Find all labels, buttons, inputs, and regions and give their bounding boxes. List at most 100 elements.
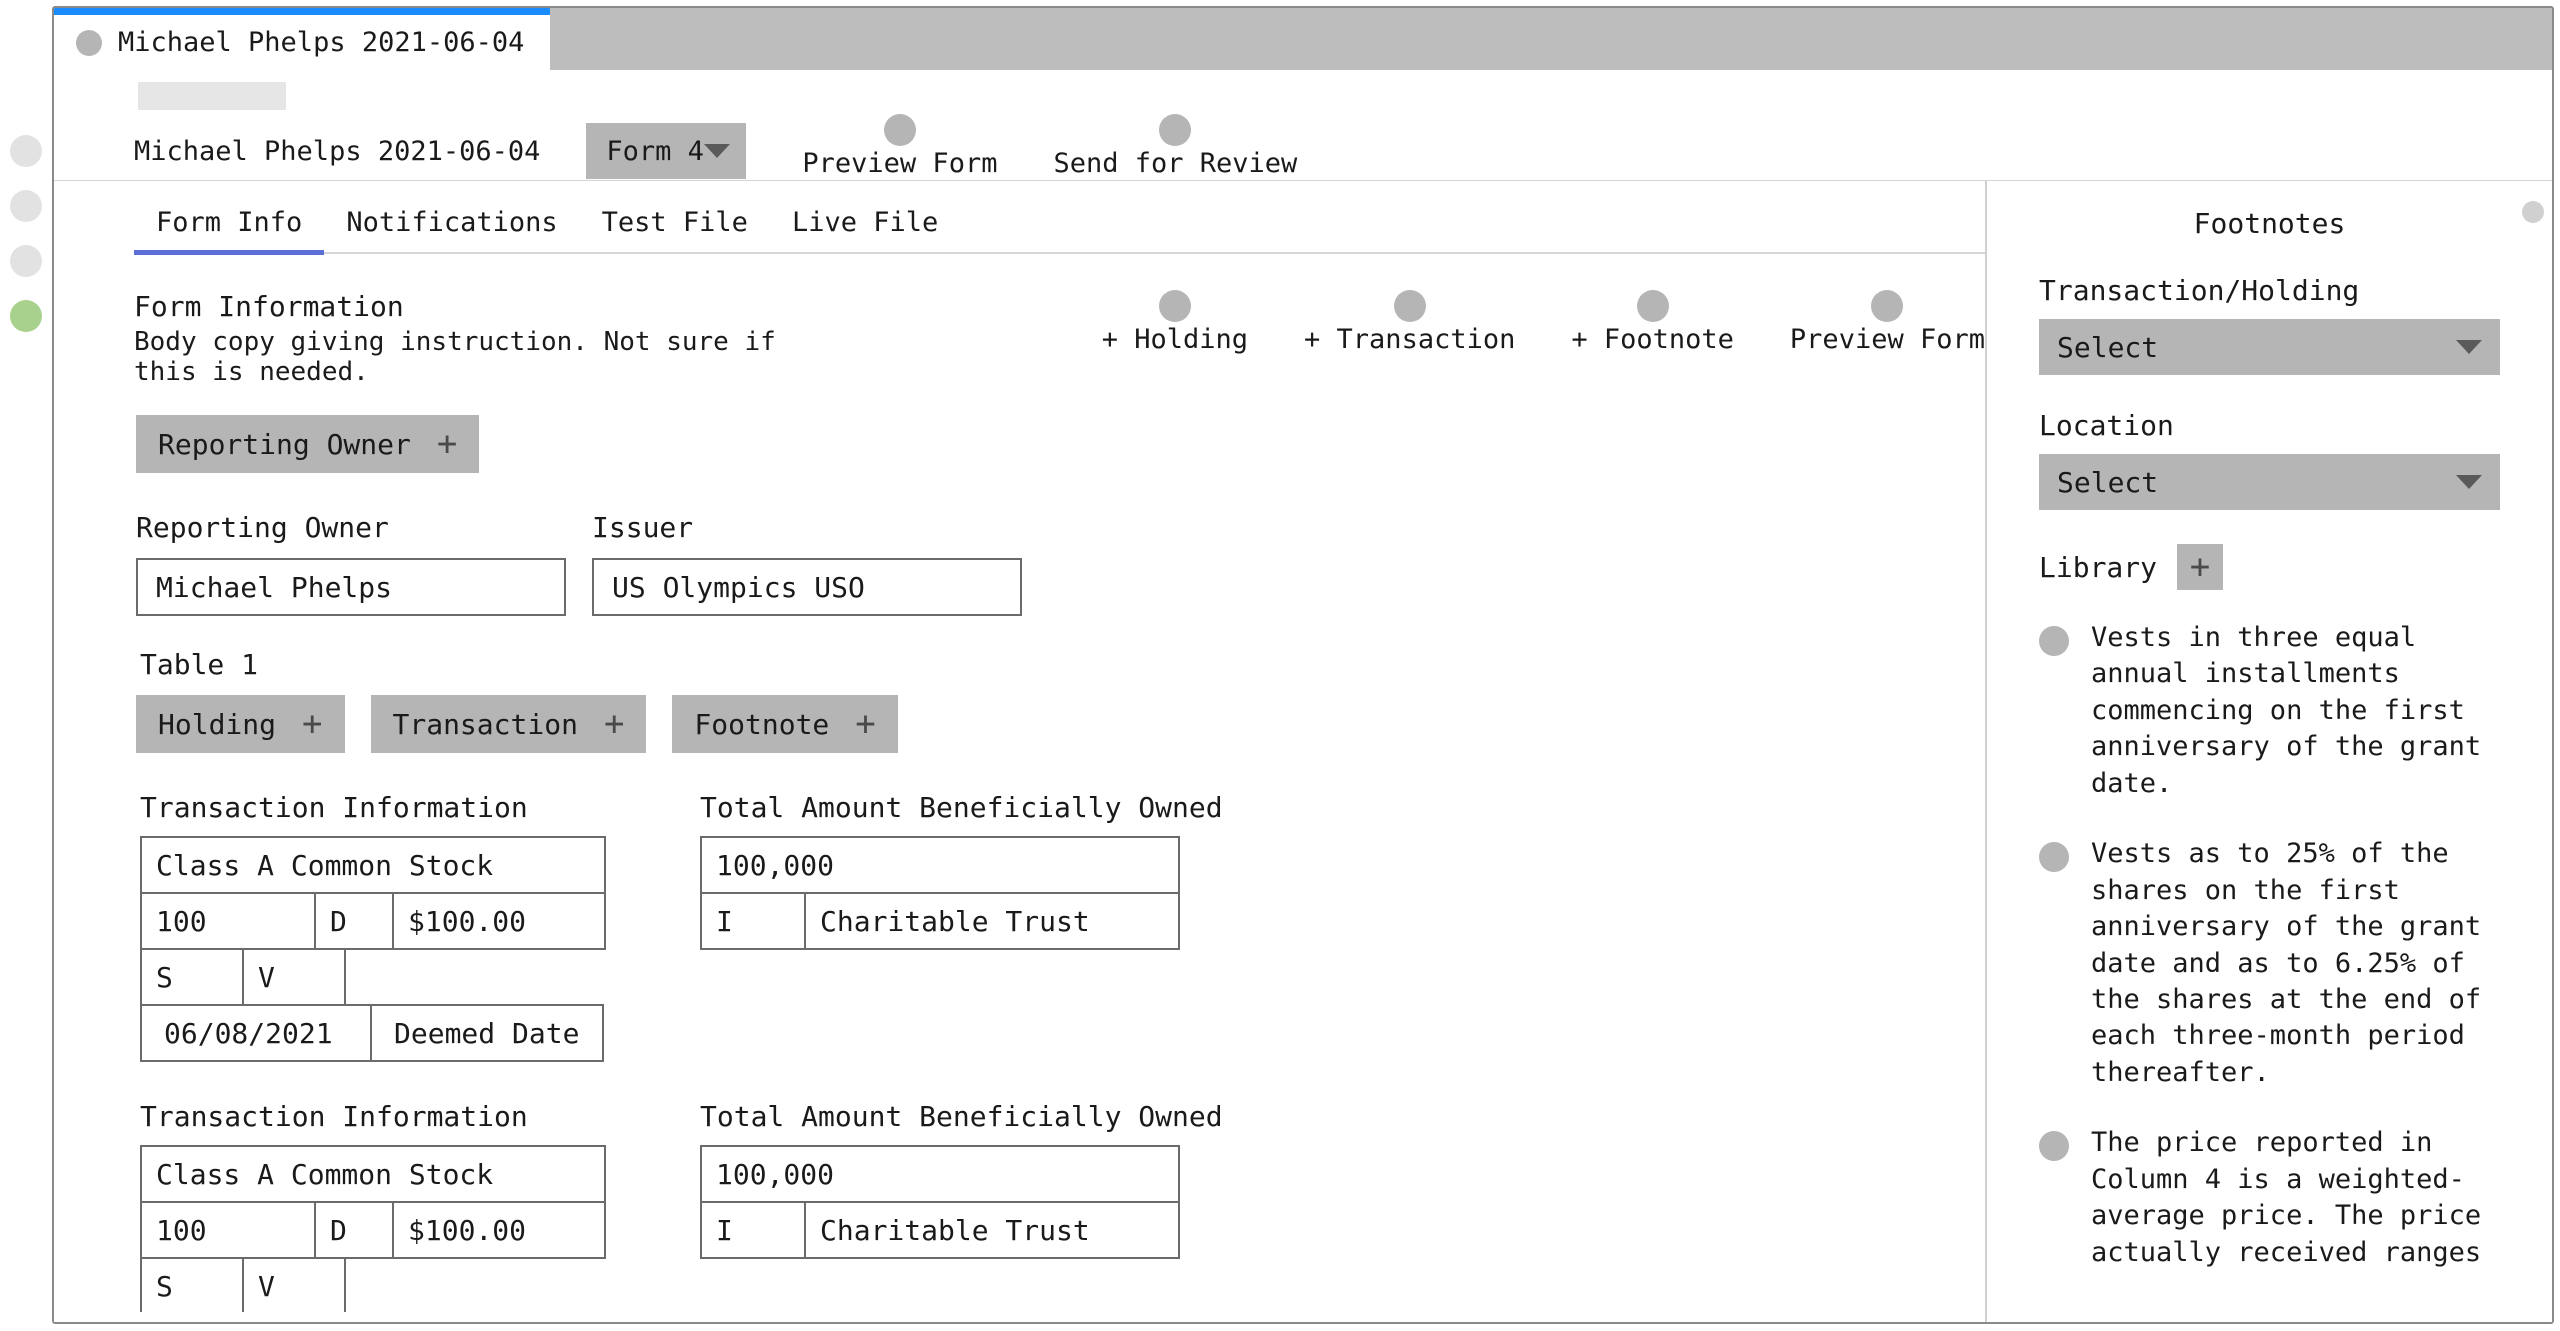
tab-test-file[interactable]: Test File (580, 207, 770, 255)
app-window: Michael Phelps 2021-06-04 Michael Phelps… (52, 6, 2554, 1324)
add-footnote-icon (1636, 290, 1669, 322)
ownership-nature-input[interactable]: Charitable Trust (804, 1201, 1180, 1259)
rail-dot-1[interactable] (10, 135, 42, 167)
amount-owned-input[interactable]: 100,000 (700, 836, 1180, 894)
total-amount-label: Total Amount Beneficially Owned (700, 1100, 1223, 1133)
horizontal-scrollbar[interactable] (54, 1312, 1985, 1322)
tab-live-file-label: Live File (791, 207, 939, 238)
list-item[interactable]: Vests in three equal annual installments… (2039, 620, 2500, 802)
transaction-code2-input[interactable]: V (242, 1257, 346, 1315)
transaction-code-input[interactable]: S (140, 948, 244, 1006)
footnote-text: Vests as to 25% of the shares on the fir… (2091, 838, 2482, 1088)
transaction-code-value: S (156, 960, 173, 994)
rail-dot-2[interactable] (10, 190, 42, 222)
sidebar-scrollbar-thumb[interactable] (2522, 201, 2544, 223)
preview-icon (883, 114, 916, 146)
add-holding-chip[interactable]: Holding + (136, 695, 345, 753)
deemed-date-input[interactable]: Deemed Date (370, 1004, 604, 1062)
add-reporting-owner-label: Reporting Owner (158, 427, 411, 461)
total-amount-label: Total Amount Beneficially Owned (700, 791, 1223, 824)
send-for-review-label: Send for Review (1053, 148, 1298, 179)
add-library-footnote-button[interactable]: + (2177, 544, 2224, 590)
send-icon (1159, 114, 1192, 146)
form-type-dropdown[interactable]: Form 4 (586, 123, 747, 179)
rail-dot-3[interactable] (10, 245, 42, 277)
chevron-down-icon (704, 144, 731, 158)
add-transaction-chip[interactable]: Transaction + (370, 695, 647, 753)
ownership-nature-input[interactable]: Charitable Trust (804, 892, 1180, 950)
browser-tab-bar: Michael Phelps 2021-06-04 (54, 8, 2552, 70)
acquired-disposed-input[interactable]: D (314, 1201, 394, 1259)
location-dropdown[interactable]: Select (2039, 454, 2500, 510)
add-holding-button[interactable]: + Holding (1102, 290, 1248, 355)
main-content-pane: Form Info Notifications Test File Live F… (54, 180, 1987, 1322)
footnotes-sidebar: Footnotes Transaction/Holding Select Loc… (1987, 180, 2552, 1322)
preview-form-inline-button[interactable]: Preview Form (1790, 290, 1985, 355)
total-amount-group: Total Amount Beneficially Owned 100,000 … (700, 791, 1223, 1062)
library-label: Library (2039, 550, 2158, 584)
tab-notifications[interactable]: Notifications (324, 207, 579, 255)
add-holding-label: + Holding (1101, 324, 1249, 355)
footnote-select-icon[interactable] (2039, 626, 2069, 656)
ownership-form-value: I (716, 904, 733, 938)
rail-dot-active[interactable] (10, 300, 42, 332)
transaction-information-group: Transaction Information Class A Common S… (140, 1100, 606, 1322)
add-footnote-button[interactable]: + Footnote (1571, 290, 1734, 355)
price-value: $100.00 (408, 1213, 527, 1247)
transaction-date-input[interactable]: 06/08/2021 (140, 1004, 372, 1062)
reporting-owner-input[interactable]: Michael Phelps (136, 558, 566, 616)
list-item[interactable]: Vests as to 25% of the shares on the fir… (2039, 836, 2500, 1091)
transaction-holding-value: Select (2057, 330, 2159, 364)
list-item[interactable]: The price reported in Column 4 is a weig… (2039, 1125, 2500, 1271)
deemed-date-value: Deemed Date (394, 1016, 580, 1050)
tab-form-info[interactable]: Form Info (134, 207, 325, 255)
shares-input[interactable]: 100 (140, 1201, 316, 1259)
browser-tab-active[interactable]: Michael Phelps 2021-06-04 (54, 8, 551, 70)
add-transaction-button[interactable]: + Transaction (1304, 290, 1515, 355)
body-split: Form Info Notifications Test File Live F… (54, 180, 2552, 1322)
transaction-information-group: Transaction Information Class A Common S… (140, 791, 606, 1062)
location-label: Location (2039, 409, 2174, 442)
add-transaction-icon (1393, 290, 1426, 322)
app-toolbar: Michael Phelps 2021-06-04 Form 4 Preview… (54, 70, 2552, 180)
add-reporting-owner-chip[interactable]: Reporting Owner + (136, 415, 480, 473)
send-for-review-button[interactable]: Send for Review (1053, 114, 1297, 179)
transaction-holding-dropdown[interactable]: Select (2039, 319, 2500, 375)
transaction-code-value: S (156, 1269, 173, 1303)
preview-form-button[interactable]: Preview Form (802, 114, 997, 179)
plus-icon: + (2189, 547, 2211, 587)
transaction-code-input[interactable]: S (140, 1257, 244, 1315)
add-holding-icon (1158, 290, 1191, 322)
acquired-disposed-input[interactable]: D (314, 892, 394, 950)
security-title-input[interactable]: Class A Common Stock (140, 1145, 606, 1203)
amount-owned-value: 100,000 (716, 848, 835, 882)
footnote-text: The price reported in Column 4 is a weig… (2091, 1127, 2482, 1268)
footnotes-panel-title: Footnotes (2193, 207, 2346, 240)
footnote-select-icon[interactable] (2039, 1131, 2069, 1162)
plus-icon: + (855, 704, 876, 744)
transaction-code2-input[interactable]: V (242, 948, 346, 1006)
shares-input[interactable]: 100 (140, 892, 316, 950)
chevron-down-icon (2456, 475, 2482, 489)
price-input[interactable]: $100.00 (392, 892, 606, 950)
security-title-input[interactable]: Class A Common Stock (140, 836, 606, 894)
transaction-block: Transaction Information Class A Common S… (140, 791, 1985, 1062)
security-title-value: Class A Common Stock (156, 848, 494, 882)
tab-live-file[interactable]: Live File (770, 207, 960, 255)
transaction-date-value: 06/08/2021 (164, 1016, 333, 1050)
ownership-form-value: I (716, 1213, 733, 1247)
footnote-select-icon[interactable] (2039, 842, 2069, 873)
total-amount-group: Total Amount Beneficially Owned 100,000 … (700, 1100, 1223, 1322)
issuer-input[interactable]: US Olympics USO (592, 558, 1022, 616)
page-subtitle: Body copy giving instruction. Not sure i… (134, 327, 776, 387)
ownership-form-input[interactable]: I (700, 1201, 806, 1259)
sidebar-scrollbar[interactable] (2522, 201, 2544, 1321)
ownership-form-input[interactable]: I (700, 892, 806, 950)
preview-form-label: Preview Form (802, 148, 998, 179)
add-footnote-chip[interactable]: Footnote + (672, 695, 898, 753)
add-transaction-label: + Transaction (1304, 324, 1516, 355)
location-value: Select (2057, 465, 2159, 499)
amount-owned-input[interactable]: 100,000 (700, 1145, 1180, 1203)
shares-value: 100 (156, 1213, 207, 1247)
price-input[interactable]: $100.00 (392, 1201, 606, 1259)
